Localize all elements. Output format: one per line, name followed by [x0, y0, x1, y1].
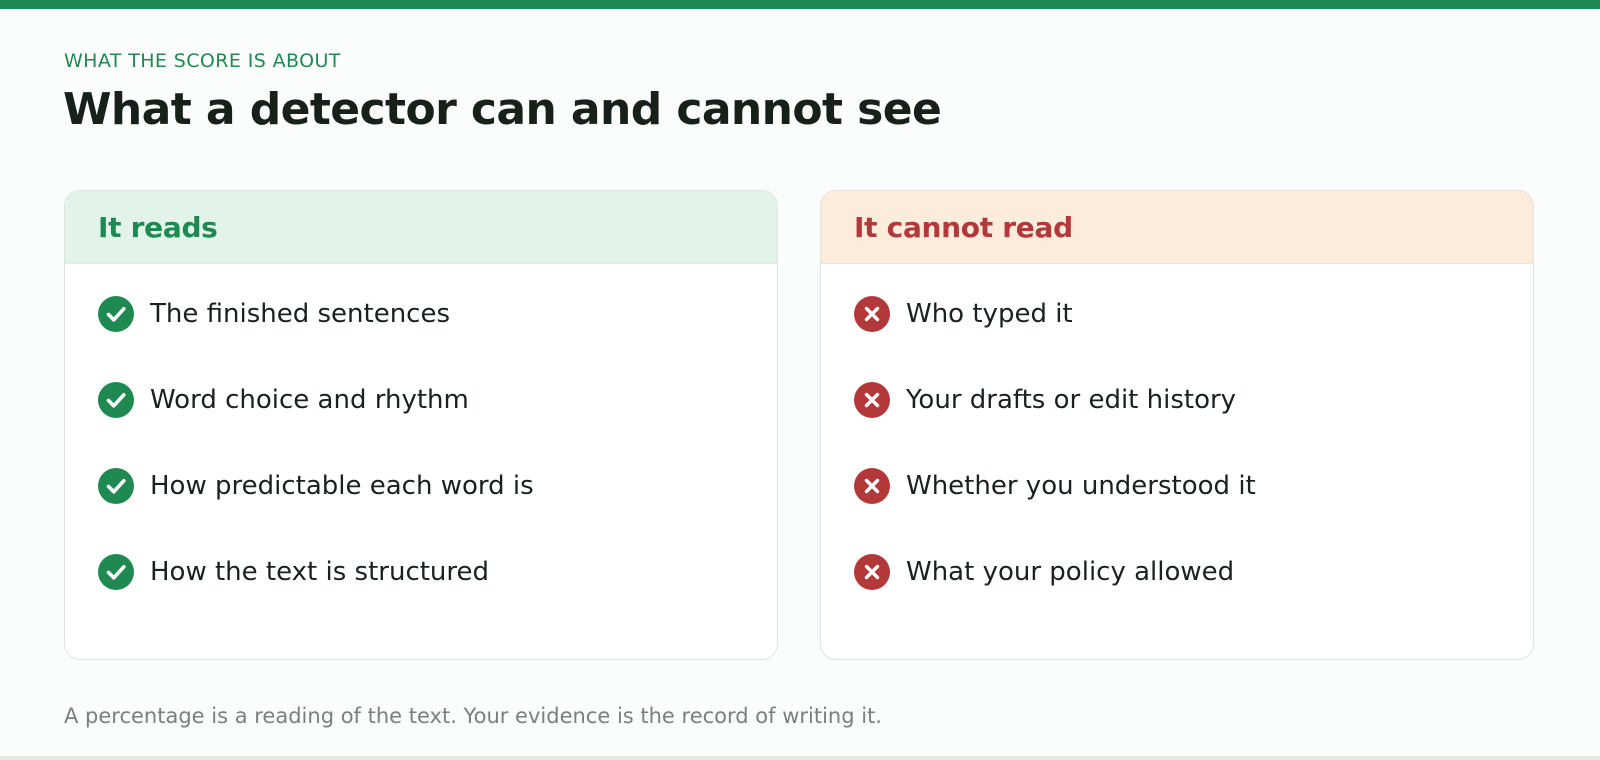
reads-list-item: The finished sentences — [98, 294, 450, 334]
check-circle-icon — [98, 382, 134, 418]
check-circle-icon — [98, 296, 134, 332]
reads-item-label: Word choice and rhythm — [150, 385, 469, 415]
x-circle-icon — [854, 296, 890, 332]
bottom-divider — [0, 756, 1600, 760]
x-circle-icon — [854, 468, 890, 504]
cannot-read-item-label: Whether you understood it — [906, 471, 1256, 501]
check-circle-icon — [98, 554, 134, 590]
reads-item-label: How predictable each word is — [150, 471, 534, 501]
top-accent-bar — [0, 0, 1600, 9]
reads-list-item: How predictable each word is — [98, 466, 534, 506]
cannot-read-list-item: What your policy allowed — [854, 552, 1234, 592]
x-circle-icon — [854, 382, 890, 418]
cannot-read-item-label: Who typed it — [906, 299, 1073, 329]
cannot-read-card: It cannot read Who typed it Your drafts … — [820, 190, 1534, 660]
x-circle-icon — [854, 554, 890, 590]
check-circle-icon — [98, 468, 134, 504]
reads-list-item: How the text is structured — [98, 552, 489, 592]
cannot-read-card-heading: It cannot read — [821, 191, 1533, 264]
reads-list-item: Word choice and rhythm — [98, 380, 469, 420]
page-title: What a detector can and cannot see — [63, 84, 942, 135]
cannot-read-item-label: Your drafts or edit history — [906, 385, 1237, 415]
reads-card-heading: It reads — [65, 191, 777, 264]
cannot-read-list-item: Who typed it — [854, 294, 1073, 334]
reads-card: It reads The finished sentences Word cho… — [64, 190, 778, 660]
reads-item-label: How the text is structured — [150, 557, 490, 587]
reads-item-label: The finished sentences — [150, 299, 451, 329]
cannot-read-list-item: Whether you understood it — [854, 466, 1256, 506]
section-eyebrow: WHAT THE SCORE IS ABOUT — [64, 50, 341, 72]
cannot-read-item-label: What your policy allowed — [906, 557, 1235, 587]
cannot-read-list-item: Your drafts or edit history — [854, 380, 1236, 420]
footnote: A percentage is a reading of the text. Y… — [64, 704, 882, 728]
